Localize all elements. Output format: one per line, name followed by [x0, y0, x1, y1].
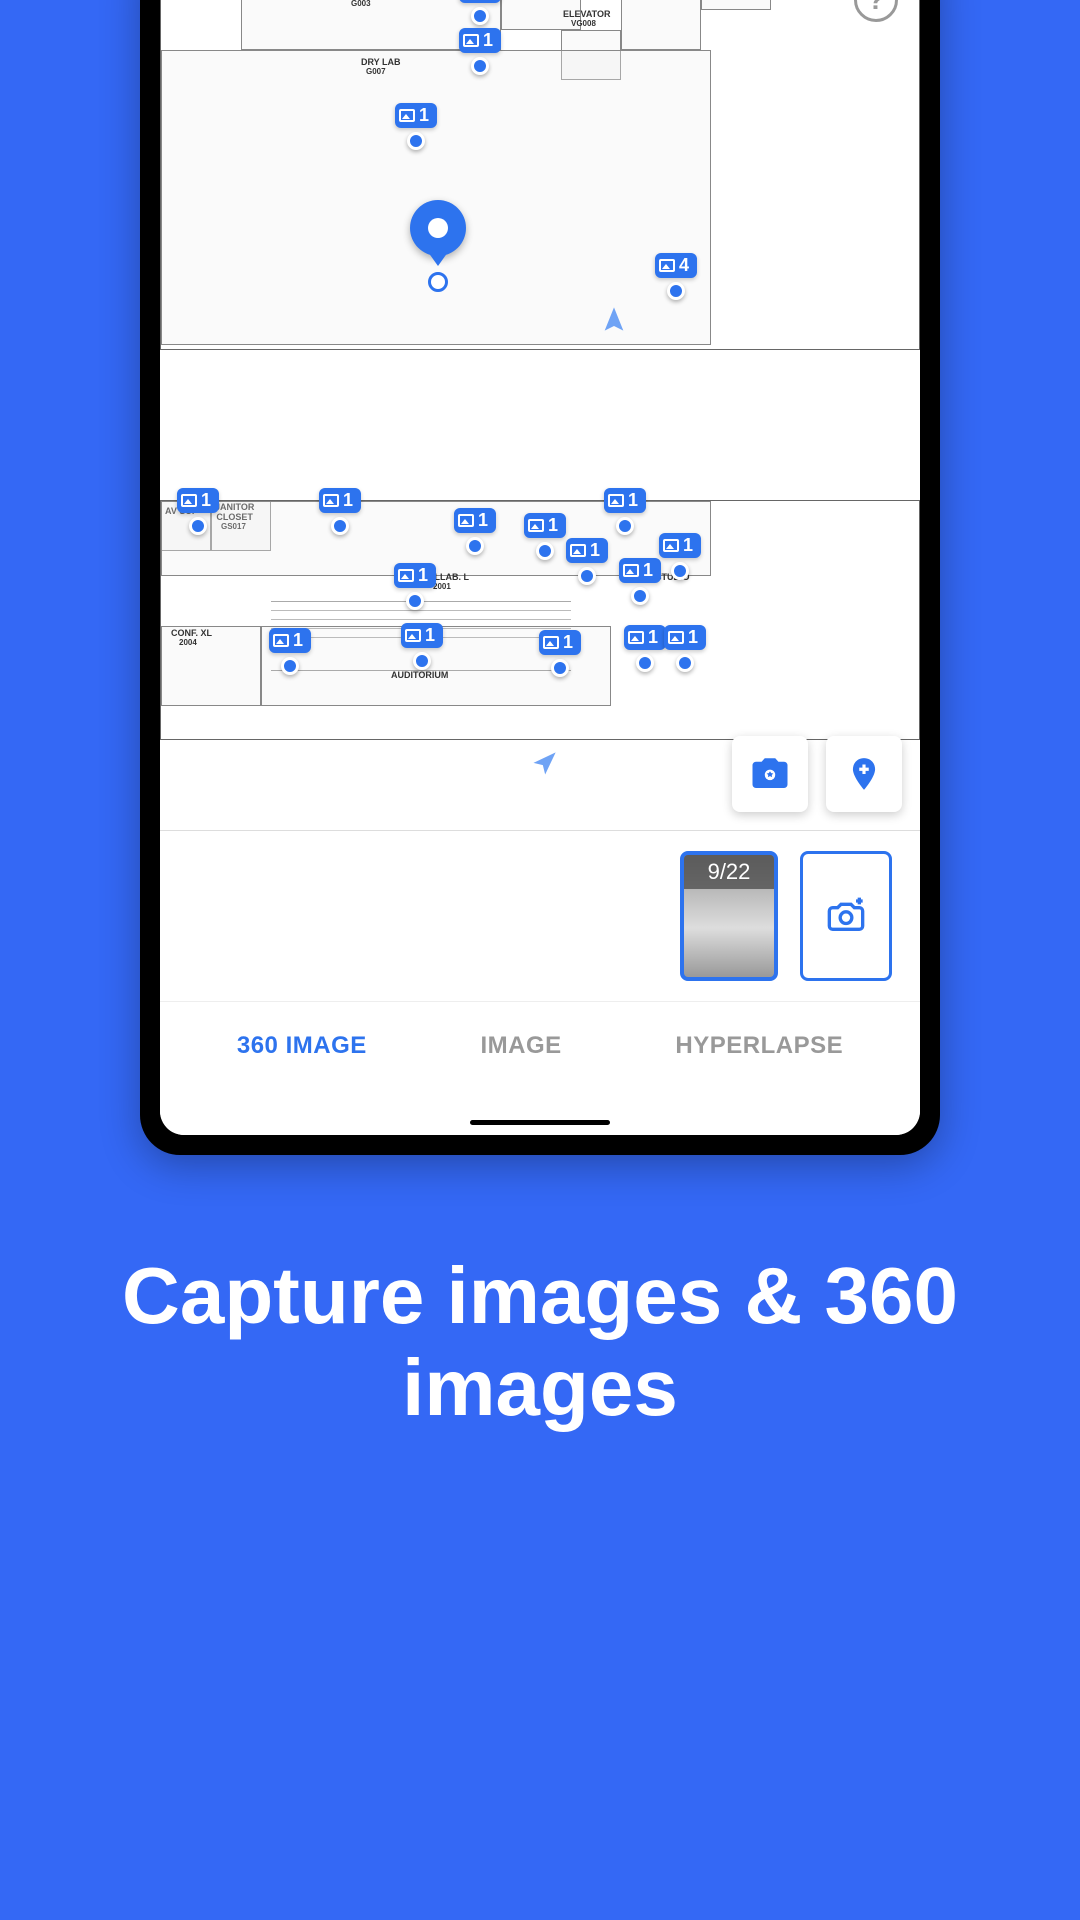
marker-dot: [189, 517, 207, 535]
marker-count: 1: [478, 510, 488, 531]
image-marker[interactable]: 1: [566, 538, 608, 585]
image-marker[interactable]: 1: [604, 488, 646, 535]
image-icon: [273, 634, 289, 647]
image-marker[interactable]: 1: [664, 625, 706, 672]
marker-count: 1: [643, 560, 653, 581]
marker-dot: [551, 659, 569, 677]
marker-count: 1: [343, 490, 353, 511]
camera-settings-button[interactable]: [732, 736, 808, 812]
marker-dot: [578, 567, 596, 585]
marker-count: 1: [683, 535, 693, 556]
image-icon: [628, 631, 644, 644]
marker-dot: [471, 57, 489, 75]
image-icon: [659, 259, 675, 272]
tab-hyperlapse[interactable]: HYPERLAPSE: [675, 1032, 843, 1060]
image-icon: [623, 564, 639, 577]
image-icon: [543, 636, 559, 649]
add-location-button[interactable]: [826, 736, 902, 812]
capture-mode-tabs: 360 IMAGE IMAGE HYPERLAPSE: [160, 1001, 920, 1090]
direction-arrow-icon: [600, 305, 628, 333]
image-icon: [405, 629, 421, 642]
image-marker[interactable]: 1: [624, 625, 666, 672]
marker-dot: [407, 132, 425, 150]
map-actions: [732, 736, 902, 812]
marker-count: 1: [648, 627, 658, 648]
marker-count: 4: [679, 255, 689, 276]
camera-gear-icon: [749, 753, 791, 795]
promo-headline: Capture images & 360 images: [0, 1250, 1080, 1434]
room-number: 2004: [179, 639, 197, 648]
marker-count: 1: [293, 630, 303, 651]
image-icon: [528, 519, 544, 532]
marker-dot: [466, 537, 484, 555]
tab-360-image[interactable]: 360 IMAGE: [237, 1032, 367, 1060]
room-number: G007: [366, 68, 386, 77]
marker-count: 1: [483, 0, 493, 1]
image-marker[interactable]: 1: [619, 558, 661, 605]
image-icon: [398, 569, 414, 582]
image-icon: [181, 494, 197, 507]
marker-dot: [281, 657, 299, 675]
floorplan-viewport[interactable]: ? COLLAB. L. TRAINING G003 ELEVATOR VG00…: [160, 0, 920, 830]
marker-count: 1: [590, 540, 600, 561]
tab-image[interactable]: IMAGE: [480, 1032, 561, 1060]
marker-dot: [471, 7, 489, 25]
capture-panel: 9/22 360 IMAGE IMAGE HYPERLAPSE: [160, 830, 920, 1135]
capture-thumbnail[interactable]: 9/22: [680, 851, 778, 981]
thumbnail-counter: 9/22: [684, 855, 774, 889]
camera-plus-icon: [824, 896, 868, 936]
marker-dot: [616, 517, 634, 535]
room-label: AUDITORIUM: [391, 671, 448, 681]
marker-dot: [671, 562, 689, 580]
image-marker[interactable]: 1: [401, 623, 443, 670]
image-icon: [323, 494, 339, 507]
image-marker[interactable]: 1: [459, 28, 501, 75]
image-icon: [668, 631, 684, 644]
floor-plan-upper: COLLAB. L. TRAINING G003 ELEVATOR VG008 …: [160, 0, 920, 350]
marker-dot: [413, 652, 431, 670]
marker-dot: [331, 517, 349, 535]
pin-plus-icon: [845, 753, 883, 795]
image-icon: [458, 514, 474, 527]
marker-dot: [636, 654, 654, 672]
location-pin[interactable]: [410, 200, 466, 292]
marker-count: 1: [425, 625, 435, 646]
image-icon: [399, 109, 415, 122]
image-marker[interactable]: 1: [459, 0, 501, 25]
image-marker[interactable]: 1: [539, 630, 581, 677]
marker-dot: [536, 542, 554, 560]
image-marker[interactable]: 4: [655, 253, 697, 300]
marker-dot: [406, 592, 424, 610]
marker-count: 1: [418, 565, 428, 586]
marker-count: 1: [563, 632, 573, 653]
marker-count: 1: [688, 627, 698, 648]
image-marker[interactable]: 1: [177, 488, 219, 535]
capture-button[interactable]: [800, 851, 892, 981]
image-icon: [463, 34, 479, 47]
image-icon: [663, 539, 679, 552]
room-number: VG008: [571, 20, 596, 29]
navigation-arrow-icon: [530, 750, 558, 778]
marker-count: 1: [483, 30, 493, 51]
marker-count: 1: [419, 105, 429, 126]
marker-dot: [676, 654, 694, 672]
marker-count: 1: [548, 515, 558, 536]
tablet-frame: ? COLLAB. L. TRAINING G003 ELEVATOR VG00…: [140, 0, 940, 1155]
image-marker[interactable]: 1: [394, 563, 436, 610]
home-indicator[interactable]: [470, 1120, 610, 1125]
image-marker[interactable]: 1: [319, 488, 361, 535]
image-marker[interactable]: 1: [269, 628, 311, 675]
marker-count: 1: [201, 490, 211, 511]
image-marker[interactable]: 1: [395, 103, 437, 150]
image-marker[interactable]: 1: [524, 513, 566, 560]
marker-count: 1: [628, 490, 638, 511]
image-icon: [608, 494, 624, 507]
marker-dot: [667, 282, 685, 300]
image-marker[interactable]: 1: [454, 508, 496, 555]
room-number: G003: [351, 0, 371, 9]
image-marker[interactable]: 1: [659, 533, 701, 580]
app-screen: ? COLLAB. L. TRAINING G003 ELEVATOR VG00…: [160, 0, 920, 1135]
image-icon: [570, 544, 586, 557]
marker-dot: [631, 587, 649, 605]
